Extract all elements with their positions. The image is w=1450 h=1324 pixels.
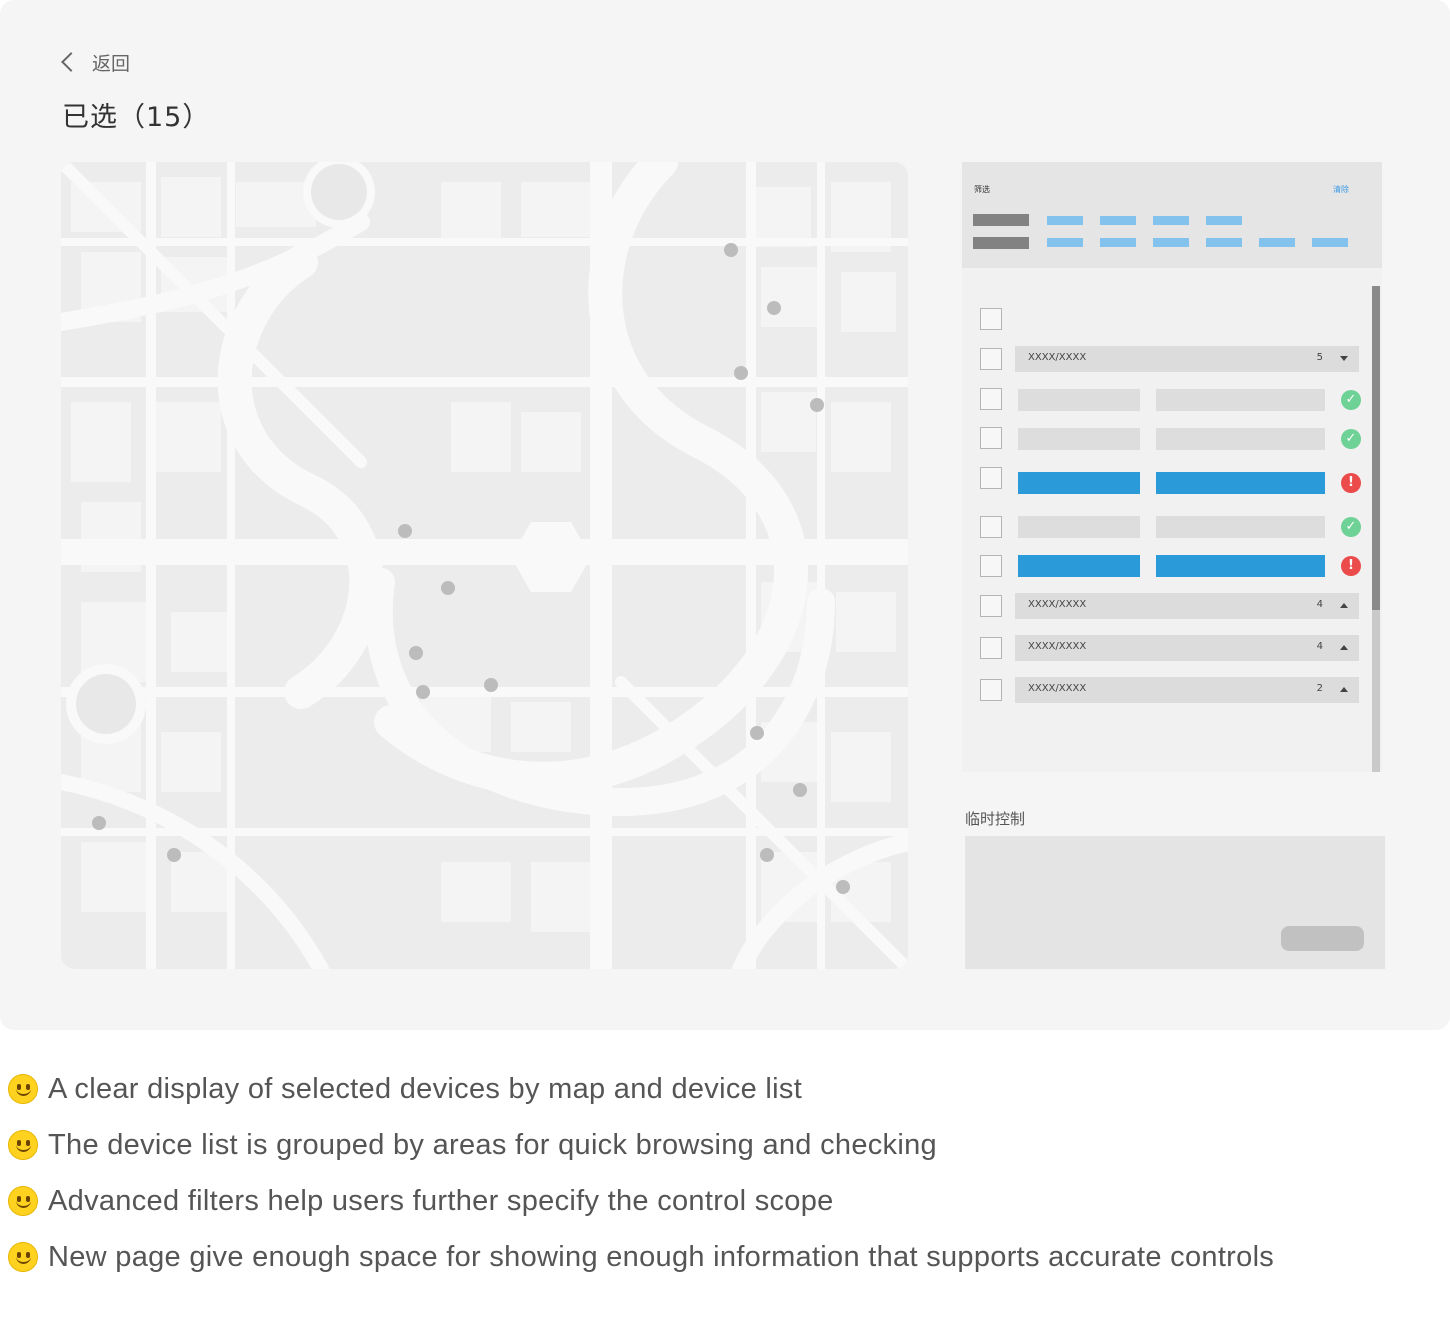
temp-control-button[interactable] [1281, 926, 1364, 951]
filter-category-label [973, 214, 1029, 226]
filter-chip[interactable] [1206, 238, 1242, 247]
check-circle-icon: ✓ [1341, 429, 1361, 449]
group-count: 5 [1316, 352, 1323, 363]
device-group-header[interactable]: XXXX/XXXX 4 [1015, 593, 1359, 619]
device-name-cell [1018, 389, 1140, 411]
filter-category-label [973, 237, 1029, 249]
device-info-cell [1156, 428, 1325, 450]
device-checkbox[interactable] [980, 467, 1002, 489]
device-name-cell [1018, 472, 1140, 494]
filter-chip[interactable] [1312, 238, 1348, 247]
device-group-header[interactable]: XXXX/XXXX 2 [1015, 677, 1359, 703]
note-item: Advanced filters help users further spec… [8, 1183, 834, 1219]
check-circle-icon: ✓ [1341, 517, 1361, 537]
filter-clear-link[interactable]: 清除 [1333, 184, 1349, 195]
smiley-icon [8, 1074, 38, 1104]
note-item: A clear display of selected devices by m… [8, 1071, 802, 1107]
select-all-checkbox[interactable] [980, 308, 1002, 330]
caret-up-icon [1340, 603, 1348, 608]
check-circle-icon: ✓ [1341, 390, 1361, 410]
group-name: XXXX/XXXX [1028, 352, 1087, 363]
smiley-icon [8, 1186, 38, 1216]
map-background [61, 162, 908, 969]
filter-chip[interactable] [1153, 216, 1189, 225]
device-group-header[interactable]: XXXX/XXXX 4 [1015, 635, 1359, 661]
smiley-icon [8, 1130, 38, 1160]
device-checkbox[interactable] [980, 555, 1002, 577]
note-item: The device list is grouped by areas for … [8, 1127, 937, 1163]
chevron-left-icon [61, 52, 81, 72]
caret-up-icon [1340, 645, 1348, 650]
temp-control-label: 临时控制 [965, 810, 1026, 828]
caret-up-icon [1340, 687, 1348, 692]
device-name-cell [1018, 555, 1140, 577]
device-info-cell [1156, 389, 1325, 411]
group-name: XXXX/XXXX [1028, 599, 1087, 610]
device-group-header[interactable]: XXXX/XXXX 5 [1015, 346, 1359, 372]
filter-chip[interactable] [1100, 238, 1136, 247]
note-text: The device list is grouped by areas for … [48, 1128, 937, 1161]
device-info-cell [1156, 516, 1325, 538]
device-name-cell [1018, 428, 1140, 450]
back-label: 返回 [92, 52, 131, 75]
filter-chip[interactable] [1047, 216, 1083, 225]
group-checkbox[interactable] [980, 679, 1002, 701]
note-text: New page give enough space for showing e… [48, 1240, 1275, 1273]
group-count: 4 [1316, 641, 1323, 652]
filter-chip[interactable] [1259, 238, 1295, 247]
device-info-cell [1156, 555, 1325, 577]
filter-title: 筛选 [974, 185, 990, 194]
filter-chip[interactable] [1047, 238, 1083, 247]
note-text: A clear display of selected devices by m… [48, 1072, 803, 1105]
device-name-cell [1018, 516, 1140, 538]
device-checkbox[interactable] [980, 388, 1002, 410]
alert-circle-icon: ! [1341, 473, 1361, 493]
note-text: Advanced filters help users further spec… [48, 1184, 834, 1217]
group-checkbox[interactable] [980, 637, 1002, 659]
caret-down-icon [1340, 356, 1348, 361]
group-name: XXXX/XXXX [1028, 683, 1087, 694]
page-title: 已选（15） [62, 102, 211, 133]
filter-chip[interactable] [1100, 216, 1136, 225]
group-count: 2 [1316, 683, 1323, 694]
group-name: XXXX/XXXX [1028, 641, 1087, 652]
device-map[interactable] [61, 162, 908, 969]
alert-circle-icon: ! [1341, 556, 1361, 576]
note-item: New page give enough space for showing e… [8, 1239, 1274, 1275]
group-count: 4 [1316, 599, 1323, 610]
filter-chip[interactable] [1153, 238, 1189, 247]
device-checkbox[interactable] [980, 516, 1002, 538]
group-checkbox[interactable] [980, 348, 1002, 370]
back-button[interactable]: 返回 [56, 48, 130, 76]
device-checkbox[interactable] [980, 427, 1002, 449]
smiley-icon [8, 1242, 38, 1272]
group-checkbox[interactable] [980, 595, 1002, 617]
filter-panel: 筛选 清除 [962, 162, 1382, 268]
device-info-cell [1156, 472, 1325, 494]
filter-chip[interactable] [1206, 216, 1242, 225]
list-scrollbar[interactable] [1372, 286, 1380, 610]
